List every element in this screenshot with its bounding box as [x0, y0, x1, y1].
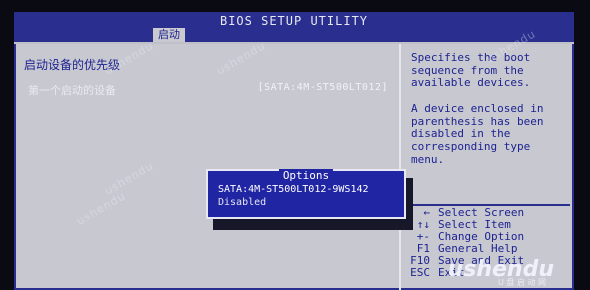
- option-disabled[interactable]: Disabled: [218, 196, 396, 209]
- popup-title: Options: [208, 169, 404, 183]
- main-panel: [16, 44, 399, 288]
- options-popup: Options SATA:4M-ST500LT012-9WS142 Disabl…: [206, 169, 406, 219]
- key-esc: ESC: [410, 266, 430, 279]
- popup-title-text: Options: [278, 169, 334, 182]
- boot-device-label: 第一个启动的设备: [28, 84, 116, 97]
- boot-device-value: [SATA:4M-ST500LT012]: [257, 82, 388, 93]
- bios-screen: BIOS SETUP UTILITY 启动 启动设备的优先级 第一个启动的设备 …: [14, 12, 574, 290]
- boot-device-row[interactable]: 第一个启动的设备 [SATA:4M-ST500LT012]: [28, 82, 388, 98]
- help-description: Specifies the boot sequence from the ava…: [411, 51, 544, 166]
- tab-boot[interactable]: 启动: [153, 28, 185, 42]
- option-sata-device[interactable]: SATA:4M-ST500LT012-9WS142: [218, 183, 396, 196]
- bios-title: BIOS SETUP UTILITY: [219, 14, 369, 28]
- watermark-subtitle: U 盘 启 动 网: [497, 278, 546, 287]
